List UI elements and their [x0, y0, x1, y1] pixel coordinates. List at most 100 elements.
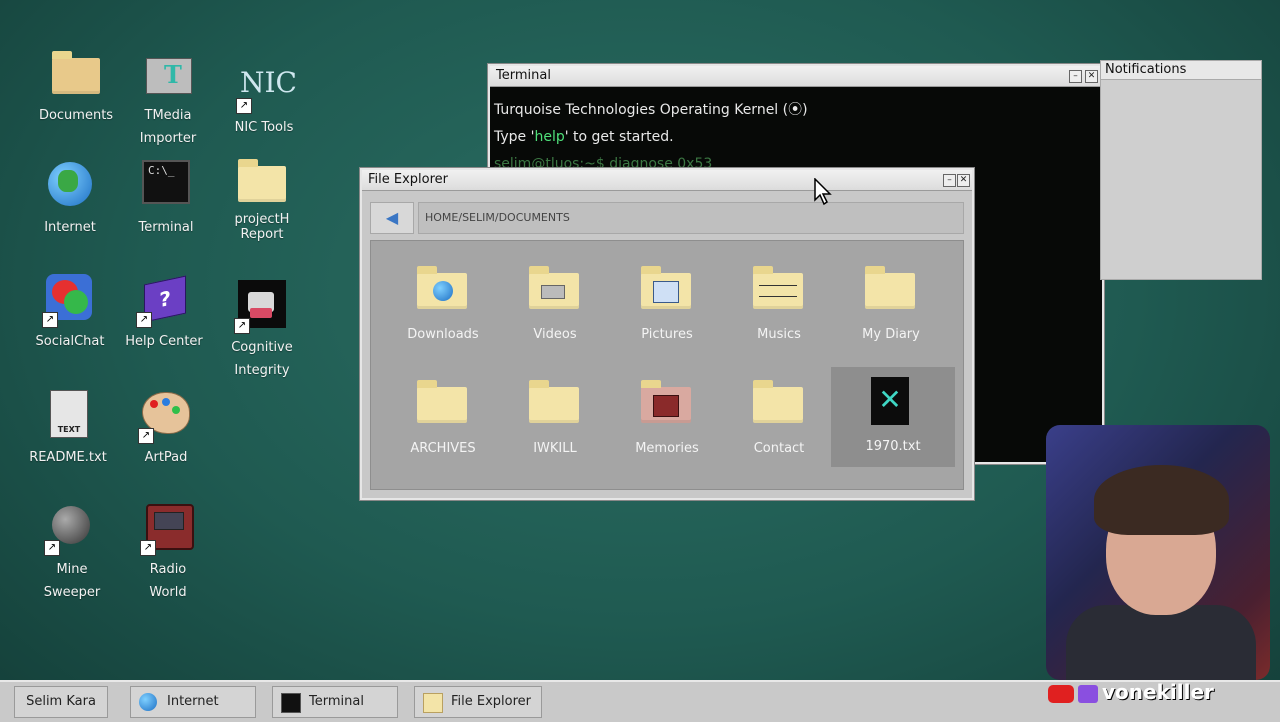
terminal-text: ' to get started.: [564, 129, 674, 145]
desktop-icon-label: Help Center: [125, 334, 203, 349]
desktop-icon-label: ArtPad: [144, 450, 188, 465]
folder-item-downloads[interactable]: Downloads: [387, 245, 499, 345]
taskbar-item-terminal[interactable]: Terminal: [272, 686, 398, 718]
desktop-icon-socialchat[interactable]: ↗ SocialChat: [22, 274, 118, 353]
shortcut-arrow-icon: ↗: [236, 98, 252, 114]
folder-item-my-diary[interactable]: My Diary: [835, 245, 947, 345]
desktop-icon-label: Documents: [38, 108, 114, 123]
back-arrow-icon: ◀: [385, 208, 399, 227]
folder-globe-icon: [415, 266, 469, 311]
twitch-icon: [1078, 684, 1098, 703]
globe-icon: [44, 160, 96, 212]
terminal-title: Terminal: [496, 68, 551, 83]
folder-video-icon: [527, 266, 581, 311]
shortcut-arrow-icon: ↗: [136, 312, 152, 328]
desktop-icon-label: projectH Report: [234, 212, 290, 242]
folder-pictures-icon: [639, 266, 693, 311]
notifications-title: Notifications: [1101, 61, 1261, 80]
folder-item-contact[interactable]: Contact: [723, 359, 835, 459]
terminal-line: Turquoise Technologies Operating Kernel …: [494, 102, 808, 118]
task-label: File Explorer: [451, 694, 532, 709]
desktop-icon-label: Cognitive Integrity: [231, 340, 293, 378]
folder-item-pictures[interactable]: Pictures: [611, 245, 723, 345]
back-button[interactable]: ◀: [370, 202, 414, 234]
file-explorer-titlebar[interactable]: File Explorer – ✕: [362, 170, 972, 191]
file-grid: Downloads Videos Pictures Musics My Diar…: [370, 240, 964, 490]
socialchat-icon: ↗: [42, 274, 96, 328]
folder-icon: [863, 266, 917, 311]
terminal-icon: C:\_: [140, 160, 192, 212]
shortcut-arrow-icon: ↗: [140, 540, 156, 556]
user-name: Selim Kara: [26, 694, 96, 709]
folder-item-musics[interactable]: Musics: [723, 245, 835, 345]
minimize-button[interactable]: –: [943, 174, 956, 187]
desktop-icon-tmedia-importer[interactable]: T TMedia Importer: [120, 48, 216, 150]
text-file-icon: TEXT: [42, 390, 94, 442]
desktop-icon-internet[interactable]: Internet: [22, 160, 118, 239]
item-label: My Diary: [862, 327, 920, 342]
item-label: IWKILL: [533, 441, 577, 456]
item-label: 1970.txt: [865, 439, 921, 454]
nic-tools-icon: NIC ↗: [236, 60, 297, 114]
file-explorer-window[interactable]: File Explorer – ✕ ◀ HOME/SELIM/DOCUMENTS…: [360, 168, 974, 500]
desktop-icon-label: Mine Sweeper: [43, 562, 101, 600]
shortcut-arrow-icon: ↗: [138, 428, 154, 444]
desktop-icon-label: TMedia Importer: [139, 108, 197, 146]
streamer-body: [1066, 605, 1256, 680]
social-handle-bar: vonekiller: [1048, 680, 1270, 704]
task-label: Terminal: [309, 694, 364, 709]
webcam-overlay: [1046, 425, 1270, 680]
item-label: Pictures: [641, 327, 693, 342]
desktop-icon-terminal[interactable]: C:\_ Terminal: [118, 160, 214, 239]
cognitive-integrity-icon: ↗: [234, 280, 288, 334]
globe-icon: [139, 693, 157, 711]
minimize-button[interactable]: –: [1069, 70, 1082, 83]
desktop-icon-help-center[interactable]: ? ↗ Help Center: [116, 274, 212, 353]
path-field[interactable]: HOME/SELIM/DOCUMENTS: [418, 202, 964, 234]
streamer-handle: vonekiller: [1102, 680, 1214, 704]
task-label: Internet: [167, 694, 219, 709]
folder-icon: [423, 693, 443, 713]
folder-icon: [50, 48, 102, 100]
desktop-icon-label: Internet: [44, 220, 96, 235]
terminal-titlebar[interactable]: Terminal – ✕: [490, 66, 1102, 87]
desktop-icon-minesweeper[interactable]: ↗ Mine Sweeper: [24, 502, 120, 604]
folder-icon: [527, 380, 581, 425]
mine-icon: ↗: [44, 502, 98, 556]
desktop-icon-nic-tools[interactable]: NIC ↗ NIC Tools: [216, 60, 312, 139]
desktop-icon-radio-world[interactable]: ↗ Radio World: [120, 502, 216, 604]
shortcut-arrow-icon: ↗: [234, 318, 250, 334]
item-label: Contact: [753, 441, 805, 456]
notifications-panel[interactable]: Notifications: [1100, 60, 1262, 280]
terminal-text: Type ': [494, 129, 535, 145]
close-button[interactable]: ✕: [1085, 70, 1098, 83]
folder-item-archives[interactable]: ARCHIVES: [387, 359, 499, 459]
desktop-icon-projecth-report[interactable]: projectH Report: [214, 156, 310, 242]
terminal-line: Type 'help' to get started.: [494, 124, 1098, 151]
desktop-icon-artpad[interactable]: ↗ ArtPad: [118, 390, 214, 469]
corrupted-file-icon: ✕: [871, 377, 911, 425]
shortcut-arrow-icon: ↗: [42, 312, 58, 328]
folder-item-memories[interactable]: Memories: [611, 359, 723, 459]
taskbar-item-internet[interactable]: Internet: [130, 686, 256, 718]
folder-item-iwkill[interactable]: IWKILL: [499, 359, 611, 459]
file-item-1970-txt[interactable]: ✕ 1970.txt: [831, 367, 955, 467]
desktop-icon-documents[interactable]: Documents: [28, 48, 124, 127]
palette-icon: ↗: [138, 390, 192, 444]
folder-icon: [415, 380, 469, 425]
item-label: Memories: [635, 441, 699, 456]
close-button[interactable]: ✕: [957, 174, 970, 187]
desktop-icon-label: SocialChat: [35, 334, 105, 349]
media-importer-icon: T: [142, 48, 194, 100]
youtube-icon: [1048, 684, 1074, 703]
desktop-icon-cognitive-integrity[interactable]: ↗ Cognitive Integrity: [214, 280, 310, 382]
desktop-icon-label: Terminal: [138, 220, 194, 235]
user-button[interactable]: Selim Kara: [14, 686, 108, 718]
desktop-icon-label: Radio World: [149, 562, 187, 600]
taskbar-item-file-explorer[interactable]: File Explorer: [414, 686, 542, 718]
help-keyword: help: [534, 129, 565, 145]
folder-item-videos[interactable]: Videos: [499, 245, 611, 345]
folder-icon: [236, 156, 288, 208]
desktop-icon-readme[interactable]: TEXT README.txt: [20, 390, 116, 469]
item-label: Downloads: [407, 327, 479, 342]
